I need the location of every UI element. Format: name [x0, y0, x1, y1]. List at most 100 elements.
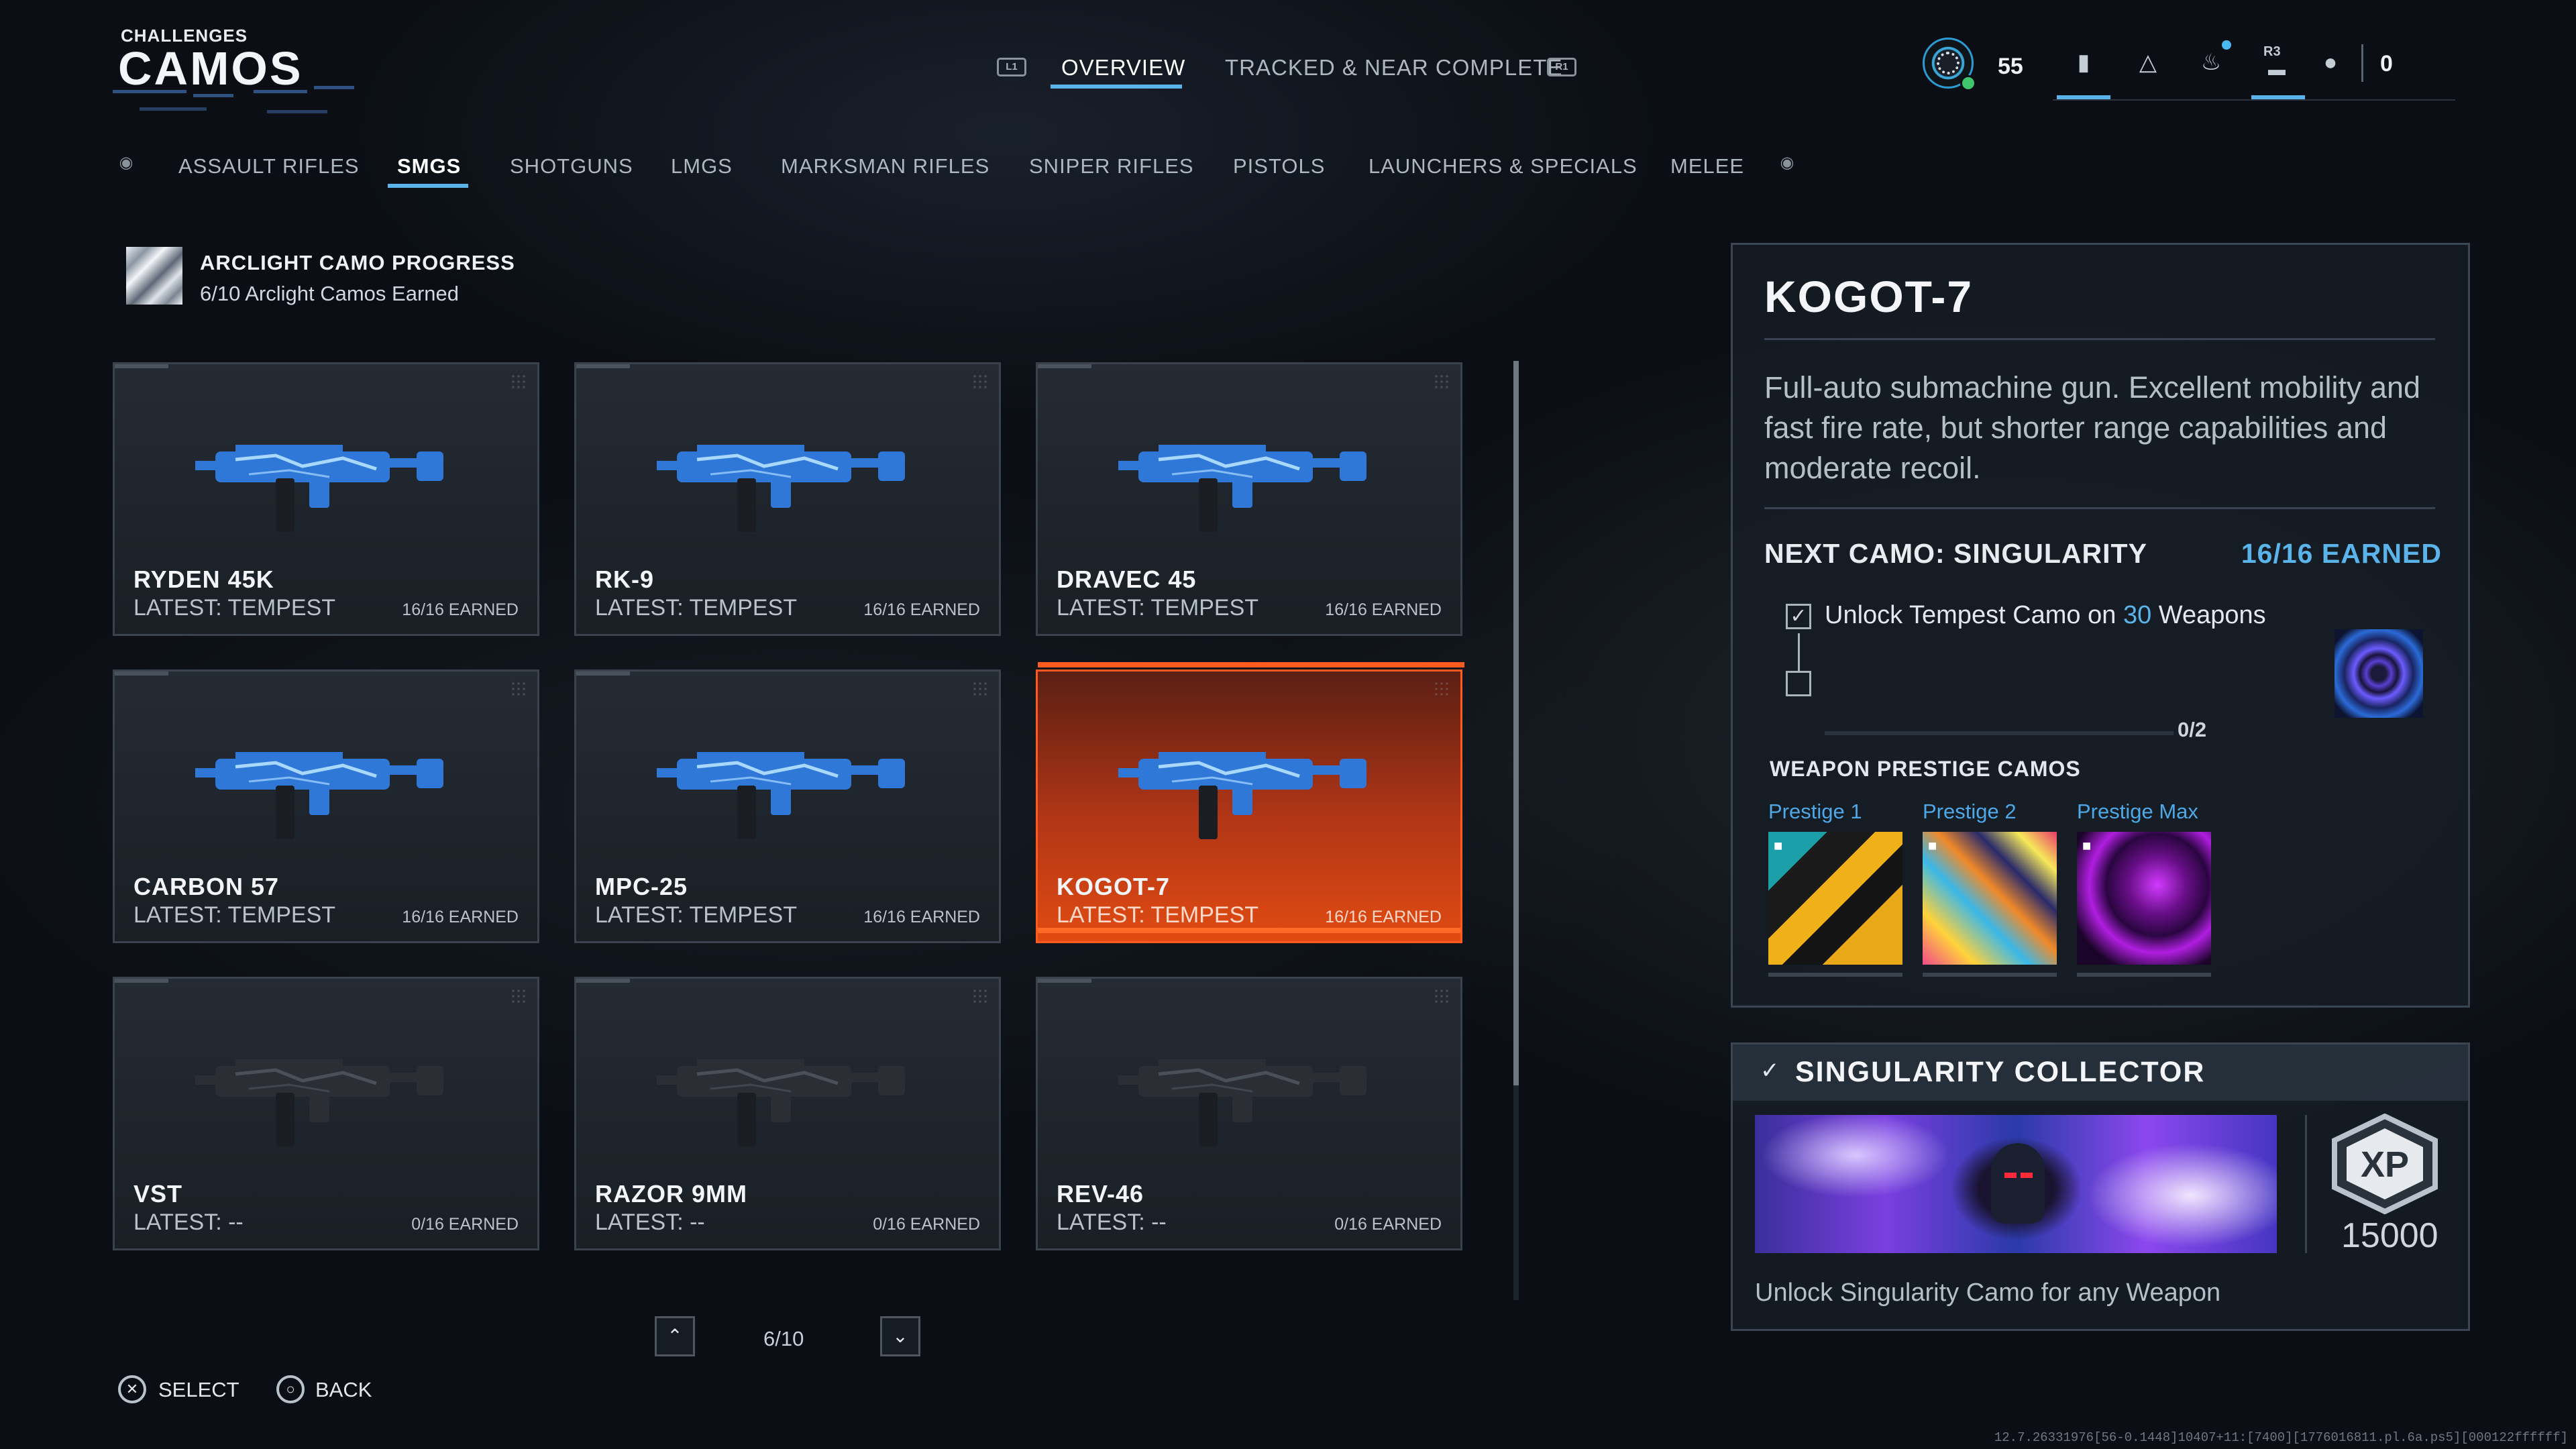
weapon-image [195, 752, 443, 839]
card-corner-icon [511, 681, 525, 696]
weapon-image [657, 445, 905, 532]
weapon-name: DRAVEC 45 [1057, 566, 1197, 593]
requirement-progress-bar [1825, 731, 2174, 735]
unlock-icon[interactable]: △ [2135, 47, 2161, 78]
card-top-mark [115, 364, 168, 368]
detail-description: Full-auto submachine gun. Excellent mobi… [1764, 370, 2421, 485]
player-level: 55 [1998, 54, 2023, 79]
checkmark-icon: ✓ [1760, 1058, 1780, 1083]
r1-bumper-icon[interactable]: R1 [1547, 58, 1576, 76]
tab-pistols[interactable]: PISTOLS [1233, 154, 1325, 178]
prestige-1-camo-tile[interactable]: ■ [1768, 832, 1902, 965]
card-corner-icon [972, 988, 987, 1003]
weapon-card[interactable]: DRAVEC 45 LATEST: TEMPEST 16/16 EARNED [1036, 362, 1462, 636]
tab-marksman-rifles[interactable]: MARKSMAN RIFLES [781, 154, 989, 178]
tab-melee[interactable]: MELEE [1670, 154, 1744, 178]
weapon-name: MPC-25 [595, 873, 688, 900]
xp-badge-label: XP [2361, 1144, 2409, 1185]
card-top-mark [1038, 979, 1091, 983]
l2-trigger-icon[interactable]: ◉ [114, 153, 138, 172]
card-corner-icon [972, 681, 987, 696]
circle-button-icon[interactable]: ○ [276, 1375, 305, 1403]
back-label[interactable]: BACK [315, 1378, 372, 1402]
page-up-button[interactable]: ⌃ [655, 1316, 695, 1356]
social-icon[interactable]: ▬ [2263, 59, 2290, 79]
tab-overview[interactable]: OVERVIEW [1061, 55, 1185, 80]
weapon-earned-count: 0/16 EARNED [1334, 1215, 1442, 1234]
singularity-banner-image [1755, 1115, 2277, 1253]
weapon-card[interactable]: RK-9 LATEST: TEMPEST 16/16 EARNED [574, 362, 1001, 636]
singularity-camo-thumbnail [2334, 629, 2423, 718]
collector-title: SINGULARITY COLLECTOR [1795, 1056, 2206, 1088]
weapon-earned-count: 16/16 EARNED [402, 908, 519, 926]
tab-lmgs[interactable]: LMGS [671, 154, 733, 178]
weapon-latest-camo: LATEST: TEMPEST [595, 902, 798, 928]
r2-trigger-icon[interactable]: ◉ [1775, 153, 1799, 172]
prestige-max-progress [2077, 973, 2211, 977]
next-camo-earned: 16/16 EARNED [2241, 538, 2442, 569]
weapon-name: KOGOT-7 [1057, 873, 1171, 900]
lock-icon: ■ [2082, 837, 2092, 854]
weapon-name: RAZOR 9MM [595, 1180, 747, 1208]
lock-icon: ■ [1928, 837, 1937, 854]
prestige-1-progress [1768, 973, 1902, 977]
page-down-button[interactable]: ⌄ [880, 1316, 920, 1356]
banner-eye-left [2004, 1173, 2017, 1178]
card-top-mark [115, 979, 168, 983]
tab-assault-rifles[interactable]: ASSAULT RIFLES [178, 154, 360, 178]
weapon-name: REV-46 [1057, 1180, 1144, 1208]
prestige-max-camo-tile[interactable]: ■ [2077, 832, 2211, 965]
select-label[interactable]: SELECT [158, 1378, 239, 1402]
tab-overview-underline [1051, 85, 1182, 89]
weapon-card[interactable]: CARBON 57 LATEST: TEMPEST 16/16 EARNED [113, 669, 539, 943]
party-icon[interactable]: ● [2317, 47, 2344, 78]
weapon-card[interactable]: VST LATEST: -- 0/16 EARNED [113, 977, 539, 1250]
l1-bumper-icon[interactable]: L1 [997, 58, 1026, 76]
card-top-mark [576, 672, 630, 676]
loadout-icon[interactable]: ▮ [2070, 47, 2097, 78]
weapon-latest-camo: LATEST: -- [1057, 1210, 1167, 1235]
card-corner-icon [1434, 988, 1448, 1003]
arclight-progress-title: ARCLIGHT CAMO PROGRESS [200, 251, 515, 274]
weapon-image [1118, 1059, 1366, 1146]
weapon-card[interactable]: RYDEN 45K LATEST: TEMPEST 16/16 EARNED [113, 362, 539, 636]
weapon-latest-camo: LATEST: -- [595, 1210, 705, 1235]
tab-sniper-rifles[interactable]: SNIPER RIFLES [1029, 154, 1194, 178]
tab-launchers-specials[interactable]: LAUNCHERS & SPECIALS [1368, 154, 1638, 178]
collector-description: Unlock Singularity Camo for any Weapon [1755, 1279, 2221, 1307]
header-decoration [113, 85, 354, 118]
weapon-earned-count: 16/16 EARNED [1325, 908, 1442, 926]
weapon-latest-camo: LATEST: TEMPEST [595, 595, 798, 621]
tab-tracked-near-complete[interactable]: TRACKED & NEAR COMPLETE [1225, 55, 1562, 80]
grid-scroll-thumb[interactable] [1513, 361, 1519, 1085]
card-top-mark [1038, 662, 1464, 667]
lock-icon: ■ [1774, 837, 1783, 854]
weapon-name: RYDEN 45K [133, 566, 274, 593]
card-corner-icon [972, 374, 987, 388]
weapon-card[interactable]: RAZOR 9MM LATEST: -- 0/16 EARNED [574, 977, 1001, 1250]
cross-button-icon[interactable]: ✕ [118, 1375, 146, 1403]
weapon-card[interactable]: KOGOT-7 LATEST: TEMPEST 16/16 EARNED [1036, 662, 1464, 943]
arclight-progress-subtitle: 6/10 Arclight Camos Earned [200, 282, 459, 305]
card-top-mark [576, 364, 630, 368]
tab-shotguns[interactable]: SHOTGUNS [510, 154, 633, 178]
weapon-image [195, 1059, 443, 1146]
xp-reward-value: 15000 [2341, 1216, 2438, 1255]
notification-bell-icon[interactable]: ♨ [2198, 47, 2224, 78]
weapon-image [657, 1059, 905, 1146]
detail-weapon-name: KOGOT-7 [1764, 272, 1974, 321]
weapon-image [195, 445, 443, 532]
weapon-latest-camo: LATEST: TEMPEST [133, 902, 336, 928]
status-divider [2361, 44, 2363, 82]
prestige-2-camo-tile[interactable]: ■ [1923, 832, 2057, 965]
requirement-progress-text: 0/2 [2178, 718, 2207, 741]
prestige-camos-title: WEAPON PRESTIGE CAMOS [1770, 757, 2081, 781]
weapon-earned-count: 16/16 EARNED [863, 600, 980, 619]
weapon-card[interactable]: REV-46 LATEST: -- 0/16 EARNED [1036, 977, 1462, 1250]
card-corner-icon [1434, 681, 1448, 696]
tab-smgs[interactable]: SMGS [397, 154, 461, 178]
weapon-card[interactable]: MPC-25 LATEST: TEMPEST 16/16 EARNED [574, 669, 1001, 943]
card-top-mark [115, 672, 168, 676]
r3-stick-hint: R3 [2263, 44, 2281, 59]
header-rule [2053, 99, 2455, 101]
